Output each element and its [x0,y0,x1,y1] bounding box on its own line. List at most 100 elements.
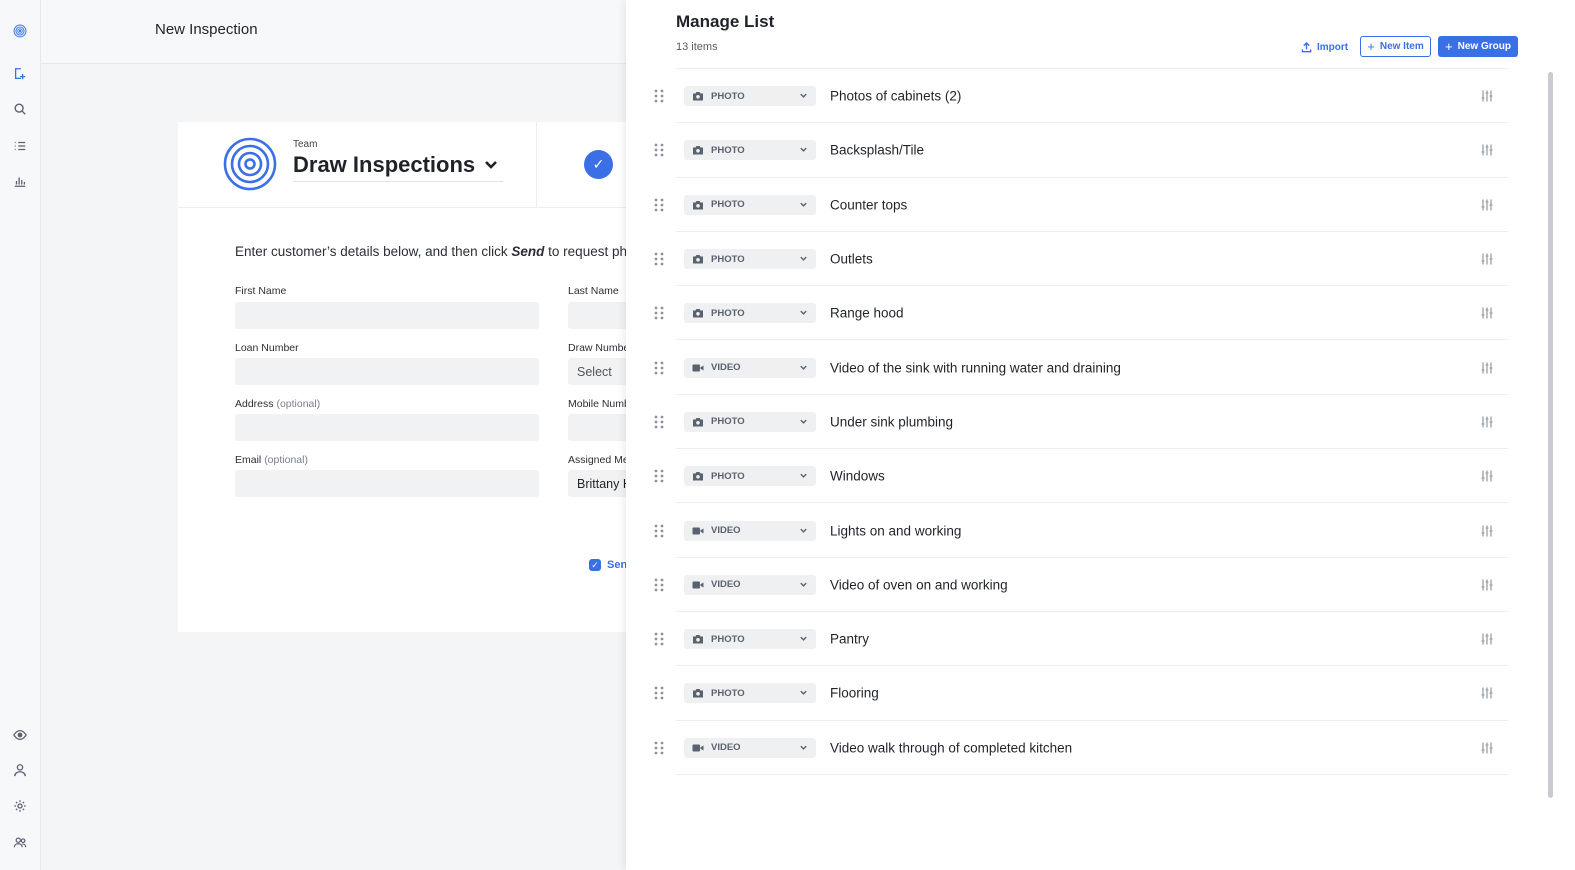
item-settings-icon[interactable] [1480,741,1494,755]
drag-handle-icon[interactable] [653,631,665,647]
new-group-label: New Group [1457,41,1511,52]
item-label[interactable]: Under sink plumbing [830,414,953,429]
item-settings-icon[interactable] [1480,143,1494,157]
drag-handle-icon[interactable] [653,197,665,213]
drag-handle-icon[interactable] [653,360,665,376]
item-label[interactable]: Windows [830,469,885,484]
item-type-select[interactable]: PHOTO [684,86,816,107]
item-type-select[interactable]: VIDEO [684,357,816,378]
list-item: PHOTO Counter tops [648,178,1508,232]
item-settings-icon[interactable] [1480,578,1494,592]
item-type-label: VIDEO [711,362,741,374]
list-item: PHOTO Backsplash/Tile [648,123,1508,178]
item-label[interactable]: Lights on and working [830,523,961,538]
item-label[interactable]: Pantry [830,632,869,647]
drag-handle-icon[interactable] [653,468,665,484]
item-settings-icon[interactable] [1480,306,1494,320]
item-settings-icon[interactable] [1480,361,1494,375]
item-type-label: PHOTO [711,90,745,102]
address-field[interactable] [235,414,539,441]
drag-handle-icon[interactable] [653,251,665,267]
item-label[interactable]: Range hood [830,306,904,321]
item-type-select[interactable]: PHOTO [684,683,816,704]
item-settings-icon[interactable] [1480,252,1494,266]
video-camera-icon [692,364,704,372]
item-label[interactable]: Video walk through of completed kitchen [830,740,1072,755]
send-checkbox[interactable]: ✓ Sen [589,559,627,571]
item-settings-icon[interactable] [1480,198,1494,212]
video-camera-icon [692,744,704,752]
item-settings-icon[interactable] [1480,415,1494,429]
loan-number-field[interactable] [235,358,539,385]
video-camera-icon [692,527,704,535]
drawer-title: Manage List [676,12,775,31]
item-label[interactable]: Photos of cabinets (2) [830,89,961,104]
item-type-select[interactable]: PHOTO [684,411,816,432]
upload-icon [1301,41,1312,52]
step-divider [536,122,548,208]
item-type-select[interactable]: VIDEO [684,574,816,595]
item-label[interactable]: Backsplash/Tile [830,143,924,158]
item-label[interactable]: Video of the sink with running water and… [830,360,1121,375]
new-group-button[interactable]: + New Group [1438,36,1518,57]
drag-handle-icon[interactable] [653,142,665,158]
drag-handle-icon[interactable] [653,305,665,321]
item-type-select[interactable]: VIDEO [684,737,816,758]
new-item-button[interactable]: + New Item [1360,36,1431,57]
item-label[interactable]: Video of oven on and working [830,577,1008,592]
team-icon[interactable] [8,830,32,854]
search-icon[interactable] [8,97,32,121]
chart-icon[interactable] [8,169,32,193]
plus-icon: + [1445,39,1453,54]
list-item: PHOTO Under sink plumbing [648,395,1508,450]
import-button[interactable]: Import [1301,38,1348,56]
chevron-down-icon [800,636,807,641]
scrollbar[interactable] [1548,72,1553,798]
eye-icon[interactable] [8,723,32,747]
drag-handle-icon[interactable] [653,740,665,756]
item-type-select[interactable]: PHOTO [684,466,816,487]
camera-icon [693,472,703,481]
item-label[interactable]: Flooring [830,686,879,701]
item-type-select[interactable]: PHOTO [684,140,816,161]
team-selector[interactable]: Draw Inspections [293,152,503,182]
item-label[interactable]: Outlets [830,252,873,267]
item-type-select[interactable]: PHOTO [684,629,816,650]
gear-icon[interactable] [8,794,32,818]
chevron-down-icon [800,745,807,750]
camera-icon [693,689,703,698]
drag-handle-icon[interactable] [653,523,665,539]
user-icon[interactable] [8,758,32,782]
item-type-select[interactable]: PHOTO [684,249,816,270]
new-inspection-icon[interactable] [8,62,32,86]
item-type-label: VIDEO [711,525,741,537]
team-name: Draw Inspections [293,152,476,177]
drag-handle-icon[interactable] [653,685,665,701]
item-type-label: PHOTO [711,470,745,482]
list-item: VIDEO Video of oven on and working [648,558,1508,612]
item-type-select[interactable]: PHOTO [684,194,816,215]
item-settings-icon[interactable] [1480,686,1494,700]
item-type-label: PHOTO [711,307,745,319]
item-type-select[interactable]: VIDEO [684,520,816,541]
drag-handle-icon[interactable] [653,414,665,430]
draw-number-label: Draw Numbe [568,342,630,354]
drag-handle-icon[interactable] [653,88,665,104]
item-settings-icon[interactable] [1480,469,1494,483]
assigned-member-label: Assigned Me [568,454,629,466]
camera-icon [693,417,703,427]
list-icon[interactable] [8,134,32,158]
item-settings-icon[interactable] [1480,632,1494,646]
camera-icon [693,92,703,101]
drag-handle-icon[interactable] [653,577,665,593]
item-type-select[interactable]: PHOTO [684,303,816,324]
item-label[interactable]: Counter tops [830,197,907,212]
item-type-label: VIDEO [711,742,741,754]
first-name-field[interactable] [235,302,539,329]
item-type-label: PHOTO [711,416,745,428]
item-settings-icon[interactable] [1480,524,1494,538]
chevron-down-icon [800,528,807,533]
app-logo-icon[interactable] [8,19,32,43]
item-settings-icon[interactable] [1480,89,1494,103]
email-field[interactable] [235,470,539,497]
